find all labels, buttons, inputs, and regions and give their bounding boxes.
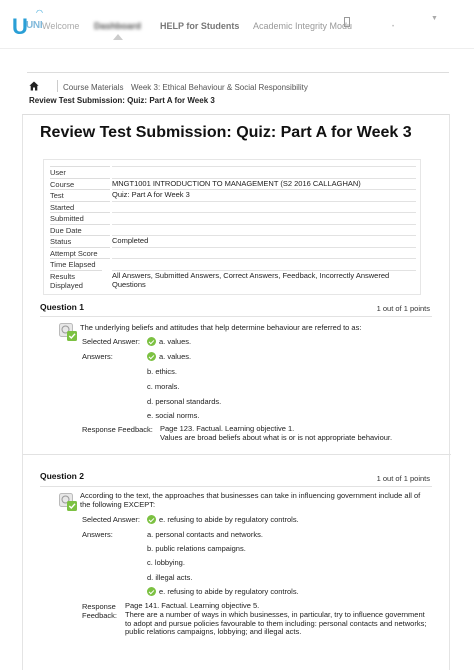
question-2-answer-b: b. public relations campaigns.	[147, 544, 246, 553]
top-navigation: U UNI ◠ Welcome Dashboard HELP for Stude…	[0, 0, 474, 52]
detail-row-time-elapsed: Time Elapsed	[50, 258, 416, 269]
nav-dashboard-tab[interactable]: Dashboard	[94, 21, 141, 31]
breadcrumb-current-page: Review Test Submission: Quiz: Part A for…	[29, 96, 215, 105]
check-icon	[147, 587, 156, 596]
correct-answer-icon	[59, 323, 77, 341]
question-1-selected-answer: a. values.	[159, 337, 192, 346]
detail-label: Attempt Score	[50, 246, 110, 258]
check-icon	[147, 337, 156, 346]
question-2-selected-answer: e. refusing to abide by regulatory contr…	[159, 515, 299, 524]
submission-card: Review Test Submission: Quiz: Part A for…	[22, 114, 451, 670]
chevron-down-icon[interactable]: ▼	[431, 15, 438, 22]
detail-label: Course	[50, 177, 110, 189]
breadcrumb-course-materials[interactable]: Course Materials	[63, 83, 123, 92]
question-2-answer-d: d. illegal acts.	[147, 573, 193, 582]
question-1-answer-d: d. personal standards.	[147, 397, 222, 406]
question-divider	[40, 486, 432, 487]
home-icon[interactable]	[29, 81, 39, 91]
detail-label: Due Date	[50, 223, 110, 235]
response-feedback-label: Response Feedback:	[82, 425, 153, 434]
question-2-answer-c: c. lobbying.	[147, 558, 185, 567]
nav-help-tab[interactable]: HELP for Students	[160, 21, 239, 31]
detail-value	[112, 212, 416, 223]
question-divider	[40, 316, 432, 317]
breadcrumb-week[interactable]: Week 3: Ethical Behaviour & Social Respo…	[131, 83, 308, 92]
question-1-feedback-text: Values are broad beliefs about what is o…	[160, 433, 393, 442]
detail-value: Quiz: Part A for Week 3	[112, 190, 190, 199]
feedback-label: Feedback:	[82, 611, 118, 620]
logo-text: UNI	[26, 20, 43, 31]
question-2-text: According to the text, the approaches th…	[80, 491, 421, 509]
nav-dot-icon: •	[392, 24, 395, 30]
detail-value: MNGT1001 INTRODUCTION TO MANAGEMENT (S2 …	[112, 178, 361, 188]
detail-row-attempt-score: Attempt Score	[50, 246, 416, 258]
question-1-answer-a: a. values.	[159, 352, 192, 361]
question-2-feedback-text: There are a number of ways in which busi…	[125, 610, 427, 636]
detail-row-results-displayed: Results Displayed All Answers, Submitted…	[50, 269, 416, 292]
detail-label: Time Elapsed	[50, 258, 110, 269]
response-label: Response	[82, 602, 116, 611]
question-2-answer-a: a. personal contacts and networks.	[147, 530, 263, 539]
detail-value	[112, 247, 416, 258]
question-1-answer-c: c. morals.	[147, 382, 180, 391]
page-title: Review Test Submission: Quiz: Part A for…	[40, 124, 412, 141]
nav-welcome: Welcome	[42, 21, 80, 31]
question-1-answer-e: e. social norms.	[147, 411, 200, 420]
detail-value: Completed	[112, 236, 149, 245]
submission-details-table: User Course MNGT1001 INTRODUCTION TO MAN…	[43, 159, 421, 295]
selected-answer-label: Selected Answer:	[82, 515, 140, 524]
detail-value	[112, 201, 416, 212]
detail-row-submitted: Submitted	[50, 212, 416, 223]
question-1-title: Question 1	[40, 302, 84, 312]
nav-overflow-icon[interactable]	[344, 17, 350, 27]
breadcrumb-separator	[57, 80, 58, 92]
detail-value	[112, 224, 416, 235]
question-1-answer-b: b. ethics.	[147, 367, 178, 376]
check-icon	[147, 515, 156, 524]
answers-label: Answers:	[82, 352, 113, 361]
detail-label: Status	[50, 235, 110, 246]
detail-label: Submitted	[50, 212, 110, 223]
check-icon	[147, 352, 156, 361]
question-separator	[23, 454, 451, 455]
detail-row-status: Status Completed	[50, 235, 416, 246]
detail-value	[112, 166, 416, 177]
detail-value	[112, 258, 416, 269]
detail-label: Results Displayed	[50, 269, 102, 292]
nav-divider	[0, 48, 474, 49]
detail-row-user: User	[50, 166, 416, 177]
breadcrumb-divider	[27, 72, 449, 73]
active-tab-arrow-icon	[113, 34, 123, 40]
correct-answer-icon	[59, 493, 77, 511]
detail-row-due-date: Due Date	[50, 223, 416, 235]
detail-value: All Answers, Submitted Answers, Correct …	[112, 270, 390, 289]
answers-label: Answers:	[82, 530, 113, 539]
wifi-icon: ◠	[36, 8, 43, 17]
detail-row-test: Test Quiz: Part A for Week 3	[50, 189, 416, 200]
detail-row-course: Course MNGT1001 INTRODUCTION TO MANAGEME…	[50, 177, 416, 189]
question-2-points: 1 out of 1 points	[376, 474, 430, 483]
question-2-title: Question 2	[40, 471, 84, 481]
detail-label: Started	[50, 200, 110, 212]
detail-label: User	[50, 166, 110, 177]
selected-answer-label: Selected Answer:	[82, 337, 140, 346]
question-1-text: The underlying beliefs and attitudes tha…	[80, 323, 362, 332]
question-2-answer-e: e. refusing to abide by regulatory contr…	[159, 587, 299, 596]
detail-label: Test	[50, 189, 110, 200]
nav-academic-integrity-tab[interactable]: Academic Integrity Modu	[253, 21, 352, 31]
detail-row-started: Started	[50, 200, 416, 212]
question-1-points: 1 out of 1 points	[376, 304, 430, 313]
